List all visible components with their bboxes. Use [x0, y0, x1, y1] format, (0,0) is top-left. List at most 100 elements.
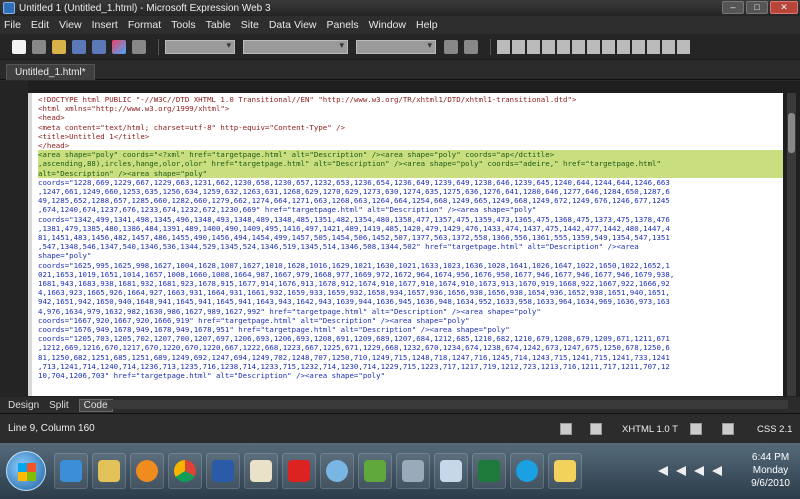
code-line[interactable]: 81,1451,483,1456,482,1457,486,1455,490,1… [38, 233, 783, 242]
menu-file[interactable]: File [4, 19, 21, 31]
new-page-icon[interactable] [12, 39, 26, 54]
network-icon[interactable] [320, 453, 354, 489]
code-line[interactable]: ,674,1240,674,1237,676,1233,674,1232,672… [38, 205, 783, 214]
code-line[interactable]: 942,1651,942,1650,940,1648,941,1645,941,… [38, 297, 783, 306]
code-line[interactable]: <head> [38, 113, 783, 122]
close-button[interactable]: ✕ [770, 1, 798, 14]
menu-panels[interactable]: Panels [327, 19, 359, 31]
css-schema-indicator[interactable]: CSS 2.1 [757, 424, 792, 435]
preview-icon[interactable] [132, 39, 146, 54]
code-line[interactable]: <html xmlns="http://www.w3.org/1999/xhtm… [38, 104, 783, 113]
start-orb-icon[interactable] [6, 451, 46, 491]
code-line[interactable]: coords="1625,995,1625,998,1627,1004,1628… [38, 261, 783, 270]
tab-split[interactable]: Split [49, 400, 68, 411]
italic-icon[interactable] [512, 39, 525, 54]
paint-icon[interactable] [244, 453, 278, 489]
code-line[interactable]: 81,1250,682,1251,685,1251,689,1249,692,1… [38, 353, 783, 362]
code-line[interactable]: 4,1663,923,1665,926,1664,927,1663,931,16… [38, 288, 783, 297]
menu-data-view[interactable]: Data View [269, 19, 317, 31]
tab-design[interactable]: Design [8, 400, 39, 411]
mail-icon[interactable] [434, 453, 468, 489]
menu-table[interactable]: Table [206, 19, 231, 31]
code-line[interactable]: coords="1667,920,1667,920,1666,919" href… [38, 316, 783, 325]
internet-explorer-icon[interactable] [54, 453, 88, 489]
outdent-icon[interactable] [632, 39, 645, 54]
menu-insert[interactable]: Insert [92, 19, 118, 31]
code-line[interactable]: coords="1342,499,1341,498,1345,496,1348,… [38, 215, 783, 224]
code-line[interactable]: 49,1285,652,1288,657,1285,660,1282,660,1… [38, 196, 783, 205]
open-icon[interactable] [52, 39, 66, 54]
code-line[interactable]: coords="1205,703,1205,702,1207,700,1207,… [38, 334, 783, 343]
flag-icon[interactable] [676, 466, 686, 476]
skype-icon[interactable] [510, 453, 544, 489]
app-icon[interactable] [396, 453, 430, 489]
redo-icon[interactable] [464, 39, 478, 54]
horizontal-scrollbar[interactable] [108, 400, 788, 409]
menu-edit[interactable]: Edit [31, 19, 49, 31]
clock[interactable]: 6:44 PM Monday 9/6/2010 [751, 451, 790, 490]
excel-icon[interactable] [472, 453, 506, 489]
tab-untitled-1[interactable]: Untitled_1.html* [6, 64, 95, 80]
page-size-icon[interactable] [690, 423, 702, 435]
chrome-icon[interactable] [168, 453, 202, 489]
border-icon[interactable] [647, 39, 660, 54]
code-line[interactable]: shape="poly" [38, 251, 783, 260]
code-line[interactable]: 021,1653,1019,1651,1014,1657,1008,1660,1… [38, 270, 783, 279]
bullets-icon[interactable] [602, 39, 615, 54]
save-icon[interactable] [72, 39, 86, 54]
numbering-icon[interactable] [587, 39, 600, 54]
red-app-icon[interactable] [282, 453, 316, 489]
save-all-icon[interactable] [92, 39, 106, 54]
menu-window[interactable]: Window [369, 19, 406, 31]
word-icon[interactable] [206, 453, 240, 489]
minimize-button[interactable]: – [722, 1, 744, 14]
code-line[interactable]: ,1212,669,1216,670,1217,670,1220,670,122… [38, 343, 783, 352]
lamp-icon[interactable] [548, 453, 582, 489]
code-line-highlighted[interactable]: <area shape="poly" coords="<?xml" href="… [38, 150, 783, 160]
new-folder-icon[interactable] [32, 39, 46, 54]
code-line[interactable]: </head> [38, 141, 783, 150]
code-line[interactable]: 10,704,1206,703" href="targetpage.html" … [38, 371, 783, 380]
volume-icon[interactable] [712, 466, 722, 476]
font-color-icon[interactable] [677, 39, 690, 54]
code-line[interactable]: 4,976,1634,979,1632,982,1630,986,1627,98… [38, 307, 783, 316]
code-line[interactable]: ,547,1348,546,1347,540,1346,536,1344,529… [38, 242, 783, 251]
windows-explorer-icon[interactable] [92, 453, 126, 489]
undo-icon[interactable] [444, 39, 458, 54]
menu-site[interactable]: Site [241, 19, 259, 31]
vertical-scrollbar[interactable] [787, 93, 796, 396]
maximize-button[interactable]: □ [746, 1, 768, 14]
compatibility-icon[interactable] [590, 423, 602, 435]
scrollbar-thumb[interactable] [788, 113, 795, 153]
code-line[interactable]: <!DOCTYPE html PUBLIC "-//W3C//DTD XHTML… [38, 95, 783, 104]
code-line[interactable]: ,1381,479,1385,480,1386,484,1391,489,140… [38, 224, 783, 233]
media-player-icon[interactable] [130, 453, 164, 489]
doctype-indicator[interactable]: XHTML 1.0 T [622, 424, 678, 435]
code-line[interactable]: 1681,943,1683,938,1681,932,1681,923,1678… [38, 279, 783, 288]
code-view[interactable]: <!DOCTYPE html PUBLIC "-//W3C//DTD XHTML… [28, 93, 783, 396]
code-line[interactable]: <title>Untitled 1</title> [38, 132, 783, 141]
photo-icon[interactable] [358, 453, 392, 489]
style-dropdown[interactable] [165, 39, 235, 54]
show-hidden-icons-icon[interactable] [658, 466, 668, 476]
align-left-icon[interactable] [542, 39, 555, 54]
code-line-highlighted[interactable]: ,ascending,88),ircles,hange,olor,olor" h… [38, 159, 783, 169]
code-line[interactable]: ,713,1241,714,1240,714,1236,713,1235,716… [38, 362, 783, 371]
insert-picture-icon[interactable] [112, 39, 126, 54]
page-check-icon[interactable] [560, 423, 572, 435]
align-right-icon[interactable] [572, 39, 585, 54]
code-line[interactable]: <meta content="text/html; charset=utf-8"… [38, 123, 783, 132]
code-line[interactable]: coords="1676,949,1678,949,1678,949,1678,… [38, 325, 783, 334]
bold-icon[interactable] [497, 39, 510, 54]
font-family-dropdown[interactable] [243, 39, 348, 54]
code-line[interactable]: coords="1228,669,1229,667,1229,663,1231,… [38, 178, 783, 187]
font-size-dropdown[interactable] [356, 39, 436, 54]
menu-help[interactable]: Help [416, 19, 438, 31]
underline-icon[interactable] [527, 39, 540, 54]
highlight-icon[interactable] [662, 39, 675, 54]
menu-view[interactable]: View [59, 19, 82, 31]
menu-format[interactable]: Format [128, 19, 161, 31]
code-line-highlighted[interactable]: alt="Description" /><area shape="poly" [38, 168, 783, 178]
code-line[interactable]: ,1247,661,1249,660,1253,635,1256,634,125… [38, 187, 783, 196]
align-center-icon[interactable] [557, 39, 570, 54]
